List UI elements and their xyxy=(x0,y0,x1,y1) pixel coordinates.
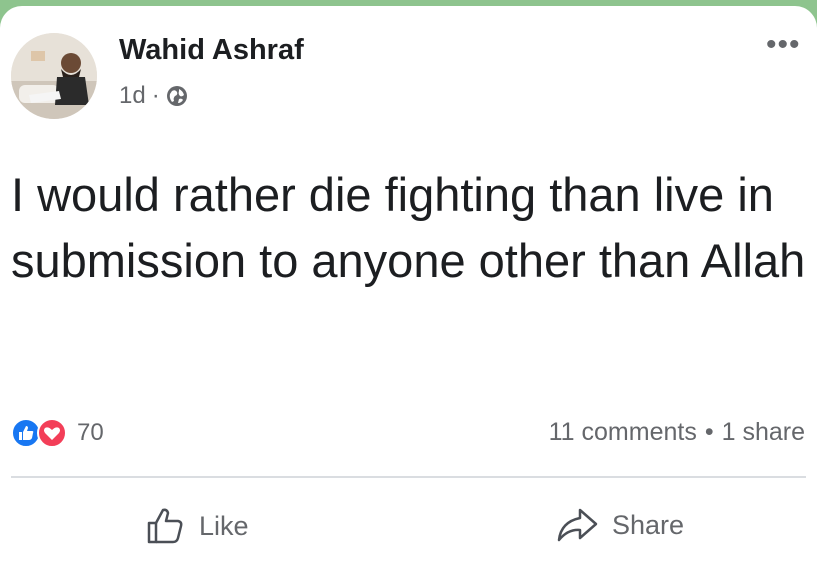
post-meta: 1d · xyxy=(119,82,188,110)
post-card: Wahid Ashraf 1d · ••• I would rather die… xyxy=(0,6,817,572)
like-label: Like xyxy=(199,510,249,541)
share-button[interactable]: Share xyxy=(556,506,684,544)
like-button[interactable]: Like xyxy=(145,506,249,546)
reaction-summary[interactable]: 70 xyxy=(11,418,104,448)
avatar-photo xyxy=(11,33,97,119)
post-text: I would rather die fighting than live in… xyxy=(11,168,806,287)
thumbs-up-icon xyxy=(147,508,183,544)
engagement-stats: 11 comments • 1 share xyxy=(549,418,805,447)
share-label: Share xyxy=(612,509,685,540)
stats-separator: • xyxy=(704,418,714,446)
comments-count[interactable]: 11 comments xyxy=(549,418,697,447)
love-reaction-icon xyxy=(37,418,67,448)
shares-count[interactable]: 1 share xyxy=(722,418,805,447)
author-name[interactable]: Wahid Ashraf xyxy=(119,34,304,67)
more-options-icon[interactable]: ••• xyxy=(766,30,801,60)
meta-separator: · xyxy=(151,82,160,109)
reaction-count: 70 xyxy=(77,419,104,446)
avatar[interactable] xyxy=(11,33,97,119)
divider xyxy=(11,476,806,478)
timestamp[interactable]: 1d xyxy=(119,82,146,110)
share-arrow-icon xyxy=(557,508,598,542)
globe-icon xyxy=(166,86,187,106)
